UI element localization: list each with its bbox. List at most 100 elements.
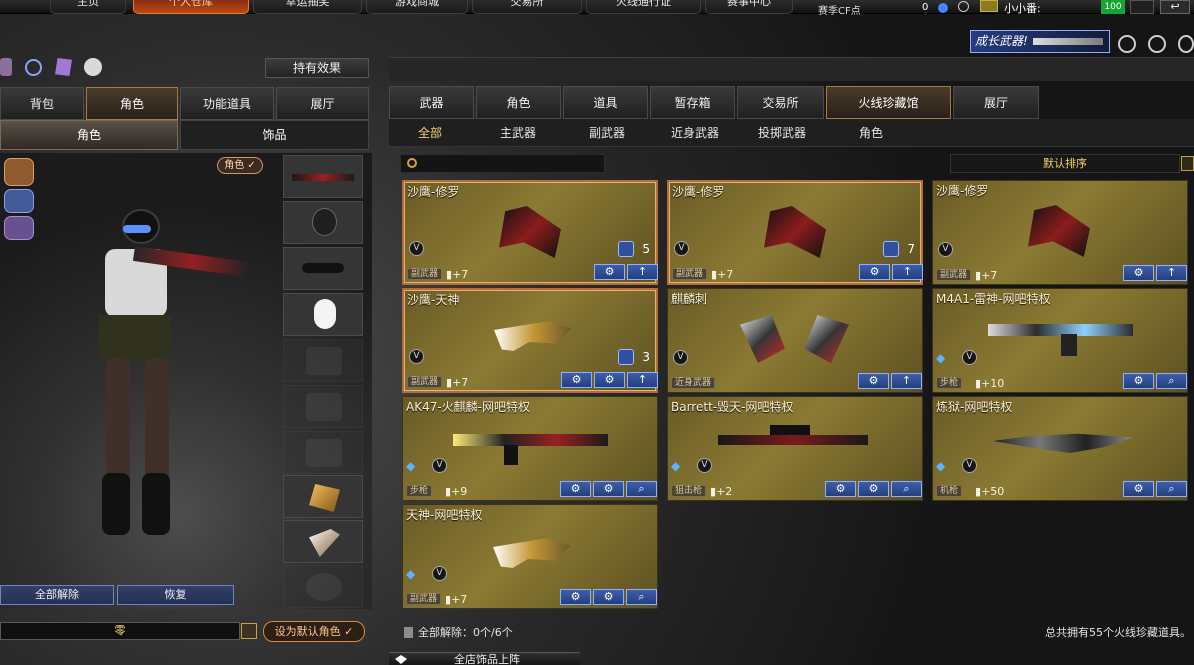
settings-button[interactable]: ⚙ (594, 372, 625, 388)
main-tab-storage[interactable]: 暂存箱 (650, 86, 735, 119)
equip-button[interactable]: ⚙ (561, 372, 592, 388)
item-card-qilin-thorn[interactable]: 麒麟刺 V 近身武器 ⚙ ↑ (667, 288, 923, 393)
item-card-desert-eagle-shura-1[interactable]: 沙鹰-修罗 V 5 副武器 ▮+7 ⚙ ↑ (402, 180, 658, 285)
nav-pass[interactable]: 火线通行证 (586, 0, 701, 14)
settings-button[interactable]: ⚙ (858, 481, 889, 497)
equip-button[interactable]: ⚙ (1123, 481, 1154, 497)
shield-icon[interactable] (1118, 35, 1136, 53)
slot-helmet[interactable] (283, 201, 363, 244)
equip-button[interactable]: ⚙ (1123, 373, 1154, 389)
main-tab-role[interactable]: 角色 (476, 86, 561, 119)
search-button[interactable]: ⌕ (1156, 373, 1187, 389)
restore-button[interactable]: 恢复 (117, 585, 234, 605)
main-tab-item[interactable]: 道具 (563, 86, 648, 119)
left-tab-role[interactable]: 角色 (86, 87, 178, 120)
helmet-icon (312, 208, 337, 236)
equip-button[interactable]: ⚙ (560, 481, 591, 497)
default-role-button[interactable]: 设为默认角色 ✓ (263, 621, 365, 642)
item-card-m4a1-thor[interactable]: M4A1-雷神-网吧特权 ◆ V 步枪 ▮+10 ⚙ ⌕ (932, 288, 1188, 393)
effect-button[interactable]: 持有效果 (265, 58, 369, 78)
role-badge[interactable]: 角色 ✓ (217, 157, 263, 174)
left-tab-hall[interactable]: 展厅 (276, 87, 369, 120)
search-button[interactable]: ⌕ (626, 481, 657, 497)
nav-lucky[interactable]: 幸运抽奖 (253, 0, 362, 14)
equip-button[interactable]: ⚙ (560, 589, 591, 605)
left-subtab-accessory[interactable]: 饰品 (180, 120, 369, 150)
slot-gold-item[interactable] (283, 475, 363, 518)
settings-button[interactable]: ⚙ (593, 481, 624, 497)
helmet-icon[interactable] (84, 58, 102, 76)
left-subtab-role[interactable]: 角色 (0, 120, 178, 150)
left-tab-bag[interactable]: 背包 (0, 87, 84, 120)
slot-badge[interactable] (283, 565, 363, 608)
main-tab-item-label: 道具 (593, 96, 618, 110)
item-card-ak47-fire-qilin[interactable]: AK47-火麒麟-网吧特权 ◆ V 步枪 ▮+9 ⚙ ⚙ ⌕ (402, 396, 658, 501)
nav-home[interactable]: 主页 (50, 0, 126, 14)
emblem-icon[interactable] (4, 216, 34, 240)
settings-button[interactable]: ⚙ (593, 589, 624, 605)
upgrade-button[interactable]: ↑ (1156, 265, 1187, 281)
fighter-icon[interactable] (55, 58, 72, 76)
upgrade-button[interactable]: ↑ (627, 372, 658, 388)
nav-warehouse[interactable]: 个人仓库 (133, 0, 249, 14)
main-tab-hall[interactable]: 展厅 (953, 86, 1039, 119)
role-name-field[interactable]: 零 (0, 622, 240, 640)
desert-eagle-icon (499, 206, 561, 258)
equip-button[interactable]: ⚙ (858, 373, 889, 389)
refresh-icon[interactable] (958, 1, 969, 12)
subtab-all[interactable]: 全部 (405, 119, 455, 147)
equip-button[interactable]: ⚙ (825, 481, 856, 497)
equip-button[interactable]: ⚙ (594, 264, 625, 280)
mask-icon[interactable] (4, 189, 34, 213)
clear-all-button[interactable]: 全部解除 (0, 585, 114, 605)
menu-icon[interactable] (241, 623, 257, 639)
item-card-barrett-destroy[interactable]: Barrett-毁天-网吧特权 ◆ V 狙击枪 ▮+2 ⚙ ⚙ ⌕ (667, 396, 923, 501)
subtab-secondary[interactable]: 副武器 (577, 119, 637, 147)
right-leg (145, 358, 169, 483)
search-button[interactable]: ⌕ (626, 589, 657, 605)
main-tab-collection[interactable]: 火线珍藏馆 (826, 86, 951, 119)
sort-select[interactable]: 默认排序 (950, 154, 1180, 173)
equip-button[interactable]: ⚙ (1123, 265, 1154, 281)
item-card-desert-eagle-shura-3[interactable]: 沙鹰-修罗 V 副武器 ▮+7 ⚙ ↑ (932, 180, 1188, 285)
left-tab-function[interactable]: 功能道具 (180, 87, 274, 120)
upgrade-button[interactable]: ↑ (627, 264, 658, 280)
nav-mall[interactable]: 游戏商城 (366, 0, 468, 14)
slot-snowman[interactable] (283, 293, 363, 336)
scope-icon (770, 425, 810, 435)
main-tab-weapon[interactable]: 武器 (389, 86, 474, 119)
item-card-desert-eagle-god[interactable]: 沙鹰-天神 V 3 副武器 ▮+7 ⚙ ⚙ ↑ (402, 288, 658, 393)
subtab-throwing[interactable]: 投掷武器 (752, 119, 812, 147)
upgrade-button[interactable]: ↑ (891, 373, 922, 389)
growth-weapon-banner[interactable]: 成长武器! (970, 30, 1110, 53)
spin-icon[interactable] (25, 59, 42, 76)
back-icon[interactable]: ↩ (1160, 0, 1190, 14)
item-card-god-pistol[interactable]: 天神-网吧特权 ◆ V 副武器 ▮+7 ⚙ ⚙ ⌕ (402, 504, 658, 609)
subtab-role[interactable]: 角色 (841, 119, 901, 147)
slot-primary-weapon[interactable] (283, 155, 363, 198)
item-card-purgatory[interactable]: 炼狱-网吧特权 ◆ V 机枪 ▮+50 ⚙ ⌕ (932, 396, 1188, 501)
list-icon[interactable] (1181, 156, 1194, 171)
equip-button[interactable]: ⚙ (859, 264, 890, 280)
settings-icon[interactable] (1130, 0, 1154, 14)
nav-exchange[interactable]: 交易所 (472, 0, 582, 14)
search-button[interactable]: ⌕ (891, 481, 922, 497)
item-card-desert-eagle-shura-2[interactable]: 沙鹰-修罗 V 7 副武器 ▮+7 ⚙ ↑ (667, 180, 923, 285)
main-tab-exchange[interactable]: 交易所 (737, 86, 824, 119)
claw-left-icon (740, 315, 785, 363)
upgrade-button[interactable]: ↑ (892, 264, 923, 280)
subtab-primary[interactable]: 主武器 (488, 119, 548, 147)
slot-armor[interactable] (283, 385, 363, 428)
search-button[interactable]: ⌕ (1156, 481, 1187, 497)
wolf-icon[interactable] (4, 158, 34, 186)
slot-goggles[interactable] (283, 247, 363, 290)
slot-shorts[interactable] (283, 431, 363, 474)
search-input[interactable] (400, 154, 605, 173)
slot-vest[interactable] (283, 339, 363, 382)
nav-event[interactable]: 赛事中心 (705, 0, 793, 14)
subtab-melee[interactable]: 近身武器 (665, 119, 725, 147)
compass-icon[interactable] (1178, 35, 1194, 53)
slot-claw[interactable] (283, 520, 363, 563)
crosshair-icon[interactable] (1148, 35, 1166, 53)
hero-icon[interactable] (0, 58, 12, 76)
